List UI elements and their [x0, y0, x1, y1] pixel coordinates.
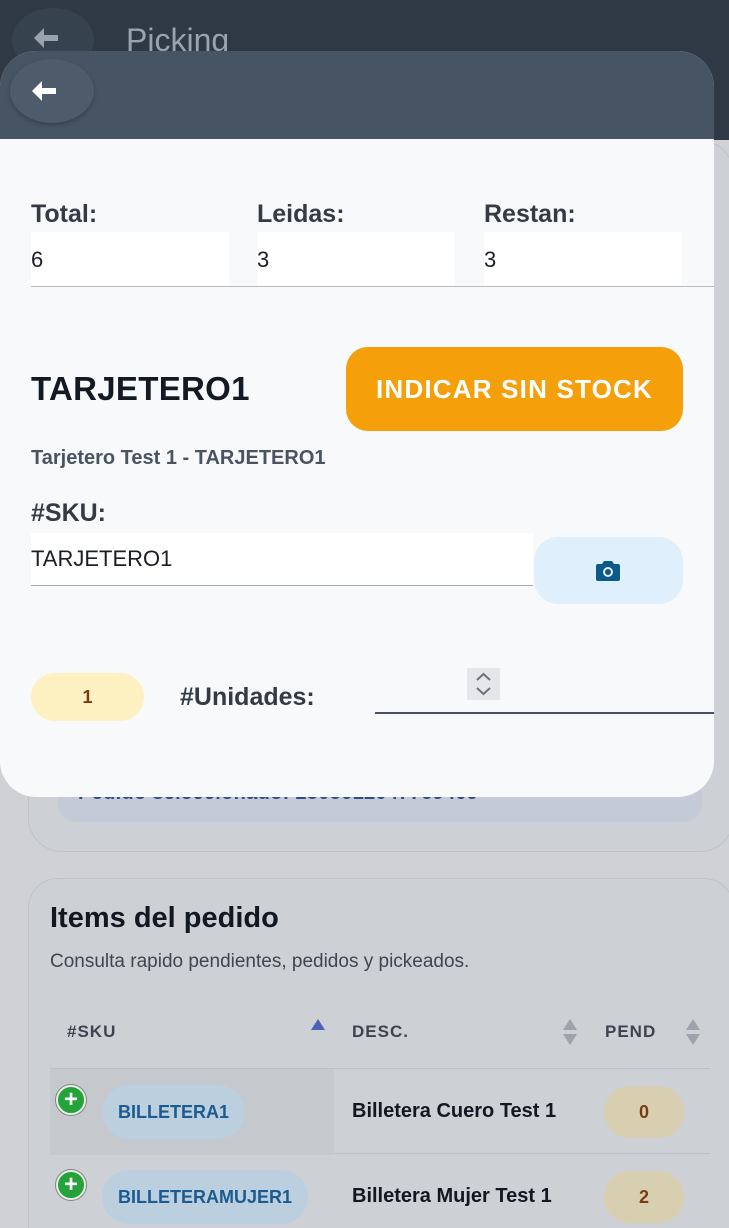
item-description: Billetera Mujer Test 1 [352, 1185, 552, 1207]
sort-asc-icon[interactable] [310, 1018, 326, 1032]
sku-label: #SKU: [31, 499, 107, 527]
no-stock-button[interactable]: INDICAR SIN STOCK [346, 347, 683, 431]
table-row[interactable]: + BILLETERA1 Billetera Cuero Test 1 0 [50, 1068, 710, 1155]
product-description: Tarjetero Test 1 - TARJETERO1 [31, 447, 326, 469]
read-value: 3 [257, 247, 270, 272]
total-field: 6 [31, 232, 229, 286]
read-label: Leidas: [257, 200, 345, 228]
plus-circle-icon[interactable]: + [56, 1170, 86, 1200]
read-field: 3 [257, 232, 455, 286]
modal-header [0, 51, 714, 139]
divider [31, 286, 714, 287]
back-button[interactable] [10, 59, 94, 123]
sort-icon[interactable] [685, 1018, 701, 1046]
picking-modal: Total: 6 Leidas: 3 Restan: 3 TARJETERO1 … [0, 51, 714, 797]
total-value: 6 [31, 247, 44, 272]
sku-chip[interactable]: BILLETERA1 [102, 1085, 246, 1139]
units-stepper[interactable] [467, 668, 500, 700]
spinner-icon [476, 672, 491, 696]
camera-scan-button[interactable] [534, 537, 683, 604]
units-input[interactable] [375, 657, 714, 714]
column-header-pend[interactable]: PEND [605, 1022, 656, 1042]
total-label: Total: [31, 200, 98, 228]
items-title: Items del pedido [50, 902, 279, 934]
pending-count-badge: 0 [604, 1086, 684, 1138]
back-arrow-icon [32, 81, 56, 101]
sku-input[interactable] [31, 533, 533, 586]
camera-icon [596, 561, 620, 581]
remaining-value: 3 [484, 247, 497, 272]
sku-chip[interactable]: BILLETERAMUJER1 [102, 1170, 309, 1224]
column-header-sku[interactable]: #SKU [67, 1022, 116, 1042]
table-row[interactable]: + BILLETERAMUJER1 Billetera Mujer Test 1… [50, 1154, 710, 1228]
remaining-field: 3 [484, 232, 682, 286]
plus-circle-icon[interactable]: + [56, 1085, 86, 1115]
back-arrow-icon [34, 28, 58, 48]
item-description: Billetera Cuero Test 1 [352, 1100, 557, 1122]
pending-count-badge: 2 [604, 1171, 684, 1223]
sort-icon[interactable] [562, 1018, 578, 1046]
units-label: #Unidades: [180, 683, 315, 711]
product-code: TARJETERO1 [31, 370, 250, 407]
quantity-badge: 1 [31, 673, 144, 721]
items-subtitle: Consulta rapido pendientes, pedidos y pi… [50, 951, 470, 972]
column-header-desc[interactable]: DESC. [352, 1022, 409, 1042]
remaining-label: Restan: [484, 200, 576, 228]
